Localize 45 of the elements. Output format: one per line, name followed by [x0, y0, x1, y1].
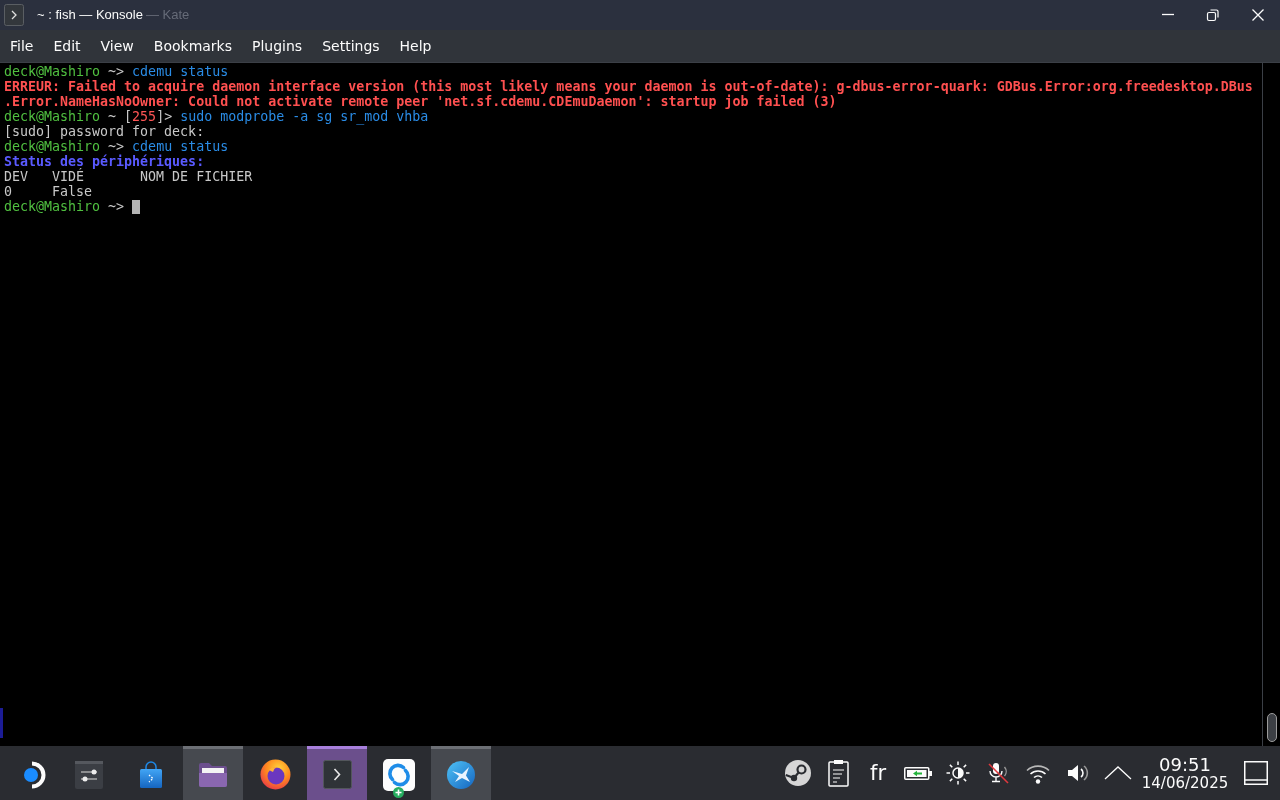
- menu-item[interactable]: Settings: [312, 32, 390, 60]
- prompt-line: deck@Mashiro ~ [255]> sudo modprobe -a sg sr_mod vhba: [4, 109, 430, 124]
- folder-icon: [198, 761, 228, 788]
- scrollbar-thumb[interactable]: [1266, 713, 1277, 742]
- output-line: 0 False: [4, 184, 94, 199]
- menu-item[interactable]: Plugins: [242, 32, 313, 60]
- menu-item[interactable]: View: [90, 32, 144, 60]
- chevron-up-icon[interactable]: [1104, 766, 1132, 780]
- taskbar-button[interactable]: [183, 746, 243, 800]
- background-window-title: — Kate: [145, 7, 190, 23]
- restore-icon[interactable]: [1205, 7, 1221, 23]
- keyboard-layout-indicator[interactable]: fr: [870, 761, 886, 785]
- output-line: DEV VIDÉ NOM DE FICHIER: [4, 169, 254, 184]
- terminal-icon: [322, 760, 352, 789]
- output-heading: Status des périphériques:: [4, 154, 206, 169]
- clock-time[interactable]: 09:51: [1159, 754, 1211, 775]
- sliders-icon: [75, 760, 103, 789]
- close-icon[interactable]: [1250, 7, 1266, 23]
- clock-date[interactable]: 14/06/2025: [1141, 774, 1229, 792]
- prompt-line: deck@Mashiro ~>: [4, 199, 126, 214]
- clipboard-icon[interactable]: [827, 759, 849, 787]
- window-title: ~ : fish — Konsole: [37, 7, 143, 23]
- bird-icon: [447, 760, 475, 789]
- sync-icon: [383, 758, 415, 791]
- globe-icon: [259, 759, 291, 790]
- menu-item[interactable]: Bookmarks: [143, 32, 242, 60]
- speaker-icon[interactable]: [1066, 762, 1090, 784]
- menu-item[interactable]: File: [0, 32, 44, 60]
- shopping-bag-icon: [139, 760, 163, 789]
- prompt-line: deck@Mashiro ~> cdemu status: [4, 64, 230, 79]
- wifi-icon[interactable]: [1024, 762, 1052, 784]
- square-icon[interactable]: [1244, 761, 1268, 785]
- plus-badge-icon: [393, 787, 404, 798]
- prompt-line: deck@Mashiro ~> cdemu status: [4, 139, 230, 154]
- output-line: [sudo] password for deck:: [4, 124, 206, 139]
- menu-item[interactable]: Edit: [43, 32, 91, 60]
- terminal-icon[interactable]: [4, 4, 24, 26]
- microphone-muted-icon[interactable]: [986, 761, 1010, 785]
- error-message: ERREUR: Failed to acquire daemon interface version (this most likely means your daemon is out-of-date): g-dbus-error-quark: GDBus.Error:org.freedesktop.DBus .Error.NameHasNoOwner: Could not activate remote peer 'net.sf.cdemu.CDEmuDaemon': startup job failed (3): [4, 79, 1254, 109]
- sun-icon[interactable]: [946, 761, 970, 785]
- menu-item[interactable]: Help: [389, 32, 442, 60]
- marker-bar: [0, 708, 3, 738]
- battery-icon[interactable]: [904, 766, 932, 780]
- round-emblem-icon[interactable]: [785, 760, 811, 786]
- taskbar-button[interactable]: [431, 746, 491, 800]
